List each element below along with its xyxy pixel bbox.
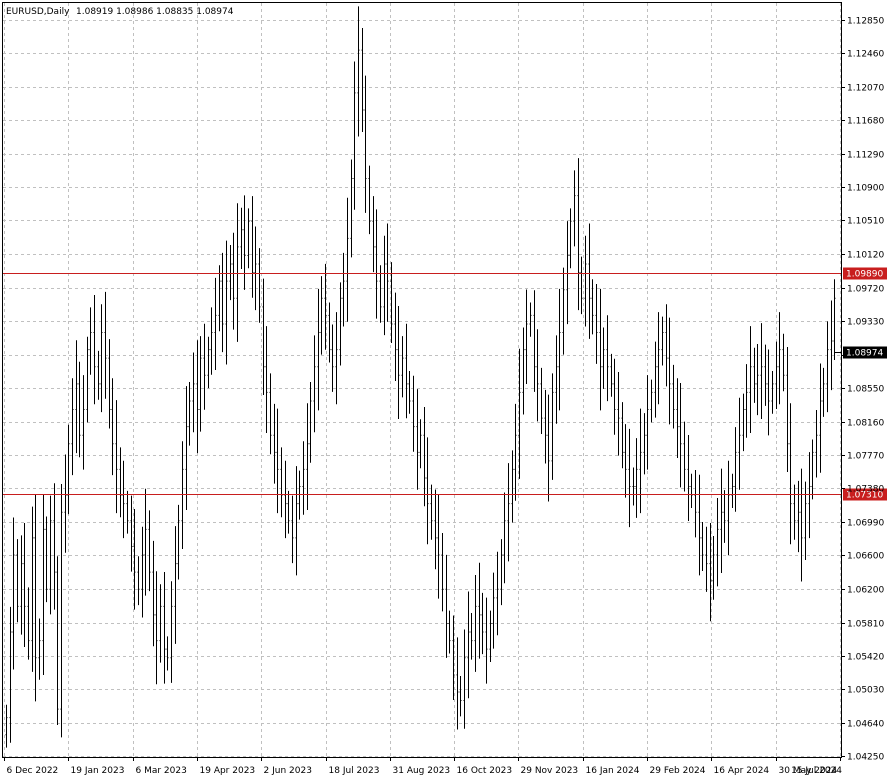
chart-symbol: EURUSD,Daily [6,7,70,17]
y-tick-label: 1.05030 [847,686,884,696]
level-label: 1.09890 [846,270,883,280]
y-tick-label: 1.06990 [847,519,884,529]
x-tick-label: 16 Oct 2023 [457,766,513,776]
y-tick-label: 1.10120 [847,251,884,261]
x-tick-label: 18 Jul 2023 [329,766,380,776]
y-tick-label: 1.12070 [847,84,884,94]
y-tick-label: 1.11680 [847,117,884,127]
x-tick-label: 6 Mar 2023 [136,766,187,776]
y-tick-label: 1.10900 [847,184,884,194]
y-tick-label: 1.08550 [847,385,884,395]
y-tick-label: 1.10510 [847,217,884,227]
y-tick-label: 1.07770 [847,452,884,462]
x-tick-label: 19 Apr 2023 [200,766,256,776]
y-tick-label: 1.12850 [847,17,884,27]
y-tick-label: 1.12460 [847,50,884,60]
y-tick-label: 1.06200 [847,586,884,596]
current-price-label: 1.08974 [846,349,883,359]
x-tick-label: 19 Jan 2023 [71,766,125,776]
y-tick-label: 1.09720 [847,285,884,295]
x-tick-label: 6 Dec 2022 [7,766,59,776]
y-tick-label: 1.07380 [847,485,884,495]
x-tick-label: 2 Jun 2023 [264,766,312,776]
chart-ohlc-values: 1.08919 1.08986 1.08835 1.08974 [76,7,234,17]
x-tick-label: 31 Aug 2023 [393,766,451,776]
x-tick-label: 29 Nov 2023 [521,766,579,776]
y-tick-label: 1.11290 [847,151,884,161]
x-tick-label: 16 Jan 2024 [586,766,640,776]
y-tick-label: 1.08160 [847,419,884,429]
x-tick-label: 15 Jul 2024 [791,766,842,776]
y-tick-label: 1.04250 [847,753,884,763]
y-tick-label: 1.04640 [847,720,884,730]
y-tick-label: 1.05420 [847,653,884,663]
y-tick-label: 1.06600 [847,552,884,562]
x-tick-label: 29 Feb 2024 [650,766,706,776]
x-tick-label: 16 Apr 2024 [714,766,770,776]
price-chart[interactable]: 1.098901.07310 1.128501.124601.120701.11… [0,0,888,781]
y-tick-label: 1.09330 [847,318,884,328]
y-tick-label: 1.05810 [847,620,884,630]
